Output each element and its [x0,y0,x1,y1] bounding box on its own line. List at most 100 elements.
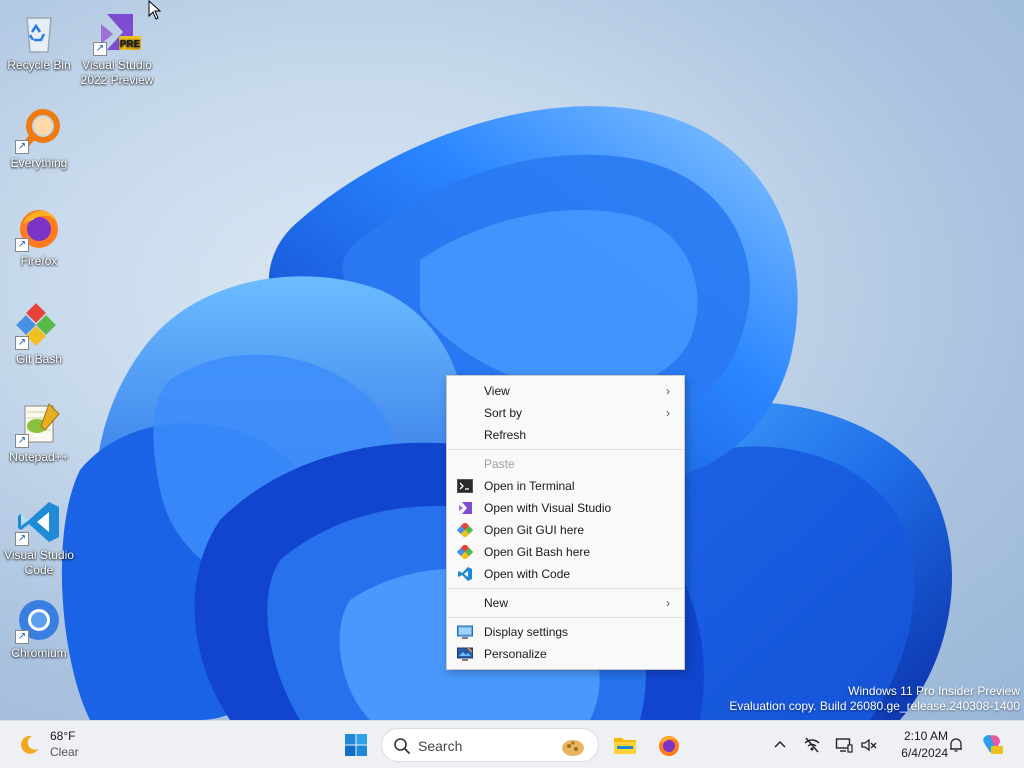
clock-time: 2:10 AM [903,729,948,743]
desktop-context-menu: View › Sort by › Refresh Paste Open in T… [446,375,685,670]
desktop-icon-recycle-bin[interactable]: Recycle Bin [1,8,77,73]
git-bash-icon: ↗ [15,302,63,350]
menu-item-label: Paste [484,457,515,471]
menu-item-label: New [484,596,509,610]
submenu-chevron-icon: › [666,406,670,420]
desktop-icon-firefox[interactable]: ↗ Firefox [1,204,77,269]
shortcut-arrow-icon: ↗ [93,42,107,56]
menu-item-open-git-bash[interactable]: Open Git Bash here [447,541,684,563]
shortcut-arrow-icon: ↗ [15,434,29,448]
desktop-icon-visual-studio-preview[interactable]: PRE ↗ Visual Studio 2022 Preview [79,8,155,88]
desktop-icon-notepad-plus-plus[interactable]: ↗ Notepad++ [1,400,77,465]
terminal-icon [457,479,473,493]
menu-item-display-settings[interactable]: Display settings [447,621,684,643]
vscode-icon: ↗ [15,498,63,546]
display-settings-icon [457,625,473,639]
desktop-icon-vscode[interactable]: ↗ Visual Studio Code [1,498,77,578]
desktop-icon-git-bash[interactable]: ↗ Git Bash [1,302,77,367]
desktop-icon-label: Recycle Bin [7,58,71,72]
menu-item-refresh[interactable]: Refresh [447,424,684,446]
everything-search-icon: ↗ [15,106,63,154]
menu-item-paste: Paste [447,453,684,475]
chevron-up-icon [774,740,786,748]
taskbar-search[interactable]: Search [381,728,599,762]
menu-separator [448,449,683,450]
visual-studio-icon [459,502,472,514]
menu-item-sort-by[interactable]: Sort by › [447,402,684,424]
bell-icon [950,738,962,752]
taskbar-firefox[interactable] [651,727,687,763]
menu-item-view[interactable]: View › [447,380,684,402]
menu-item-label: Open Git GUI here [484,523,585,537]
recycle-bin-icon [15,8,63,56]
menu-item-label: Open with Code [484,567,571,581]
tray-display[interactable] [835,727,853,763]
moon-weather-icon [21,735,38,754]
shortcut-arrow-icon: ↗ [15,140,29,154]
start-icon [345,734,367,756]
git-gui-icon [457,523,473,537]
search-icon [394,738,410,754]
network-offline-icon [804,737,820,753]
personalize-icon [457,647,473,661]
menu-item-label: Display settings [484,625,569,639]
taskbar-file-explorer[interactable] [607,727,643,763]
desktop-icon-label: Chromium [11,646,67,660]
desktop-icon-label: Visual Studio 2022 Preview [80,58,154,87]
tray-overflow-button[interactable] [771,727,789,763]
watermark-edition: Windows 11 Pro Insider Preview [848,684,1020,698]
desktop-icon-label: Everything [10,156,68,170]
desktop-icon-everything[interactable]: ↗ Everything [1,106,77,171]
menu-item-label: Sort by [484,406,523,420]
weather-temperature: 68°F [50,729,76,743]
weather-condition: Clear [50,745,79,759]
submenu-chevron-icon: › [666,596,670,610]
start-button[interactable] [338,727,374,763]
shortcut-arrow-icon: ↗ [15,336,29,350]
mouse-pointer-icon [148,0,162,20]
desktop-icon-label: Git Bash [15,352,63,366]
menu-item-label: Personalize [484,647,547,661]
menu-item-new[interactable]: New › [447,592,684,614]
menu-separator [448,617,683,618]
menu-item-label: Refresh [484,428,527,442]
desktop-icon-label: Notepad++ [9,450,69,464]
menu-item-open-in-terminal[interactable]: Open in Terminal [447,475,684,497]
vscode-icon [458,567,472,581]
display-icon [835,738,853,753]
shortcut-arrow-icon: ↗ [15,630,29,644]
copilot-button[interactable] [980,727,1004,763]
menu-item-open-with-visual-studio[interactable]: Open with Visual Studio [447,497,684,519]
desktop-icon-label: Firefox [20,254,58,268]
firefox-icon: ↗ [15,204,63,252]
submenu-chevron-icon: › [666,384,670,398]
tray-network[interactable] [803,727,821,763]
shortcut-arrow-icon: ↗ [15,532,29,546]
desktop-icon-label: Visual Studio Code [4,548,74,577]
search-highlight-icon [562,740,584,756]
git-bash-icon [457,545,473,559]
copilot-preview-icon [983,735,1003,754]
taskbar: 68°F Clear Search 2:10 AM 6/4/2024 [0,720,1024,768]
notepad-plus-plus-icon: ↗ [15,400,63,448]
menu-item-label: Open in Terminal [484,479,575,493]
tray-volume[interactable] [860,727,878,763]
taskbar-clock[interactable]: 2:10 AM 6/4/2024 [884,728,948,762]
menu-item-label: Open Git Bash here [484,545,591,559]
watermark-build: Evaluation copy. Build 26080.ge_release.… [729,699,1020,713]
notifications-button[interactable] [947,727,965,763]
visual-studio-preview-icon: PRE ↗ [93,8,141,56]
evaluation-watermark: Windows 11 Pro Insider Preview Evaluatio… [729,684,1020,714]
shortcut-arrow-icon: ↗ [15,238,29,252]
chromium-icon: ↗ [15,596,63,644]
firefox-icon [659,736,679,756]
svg-text:PRE: PRE [120,39,141,50]
clock-date: 6/4/2024 [901,746,948,760]
menu-item-open-git-gui[interactable]: Open Git GUI here [447,519,684,541]
menu-item-personalize[interactable]: Personalize [447,643,684,665]
menu-separator [448,588,683,589]
menu-item-open-with-code[interactable]: Open with Code [447,563,684,585]
file-explorer-icon [614,738,636,754]
search-placeholder: Search [418,738,463,754]
desktop-icon-chromium[interactable]: ↗ Chromium [1,596,77,661]
